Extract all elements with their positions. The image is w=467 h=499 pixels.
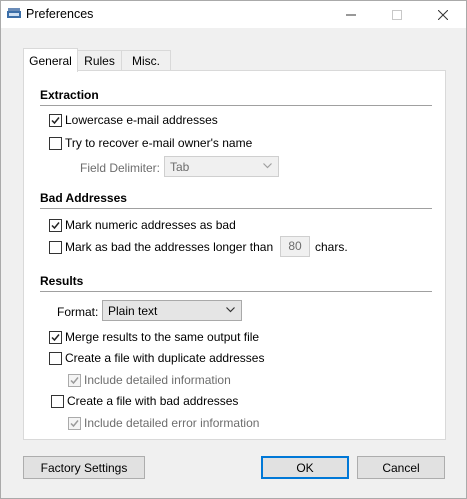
mark-longer-label[interactable]: Mark as bad the addresses longer than xyxy=(65,240,273,254)
lowercase-label[interactable]: Lowercase e-mail addresses xyxy=(65,113,218,127)
app-icon xyxy=(7,8,21,18)
maximize-icon xyxy=(392,9,402,20)
bad-file-detail-checkbox[interactable] xyxy=(68,417,81,430)
chars-label: chars. xyxy=(315,240,348,254)
field-delimiter-label: Field Delimiter: xyxy=(80,161,161,175)
max-length-input[interactable]: 80 xyxy=(280,236,310,257)
recover-name-label[interactable]: Try to recover e-mail owner's name xyxy=(65,136,252,150)
checkmark-icon xyxy=(70,377,79,385)
close-button[interactable] xyxy=(420,1,466,28)
bad-file-label[interactable]: Create a file with bad addresses xyxy=(67,394,238,408)
format-value: Plain text xyxy=(108,304,158,318)
merge-checkbox[interactable] xyxy=(49,331,62,344)
extraction-title: Extraction xyxy=(40,88,99,102)
mark-numeric-checkbox[interactable] xyxy=(49,219,62,232)
minimize-button[interactable] xyxy=(328,1,374,28)
tab-misc[interactable]: Misc. xyxy=(121,50,171,71)
recover-name-checkbox[interactable] xyxy=(49,137,62,150)
checkmark-icon xyxy=(51,222,60,230)
bad-file-detail-label[interactable]: Include detailed error information xyxy=(84,416,259,430)
maximize-button[interactable] xyxy=(374,1,420,28)
merge-label[interactable]: Merge results to the same output file xyxy=(65,330,259,344)
tab-general[interactable]: General xyxy=(23,48,78,72)
duplicates-label[interactable]: Create a file with duplicate addresses xyxy=(65,351,264,365)
format-label: Format: xyxy=(57,305,99,319)
lowercase-checkbox[interactable] xyxy=(49,114,62,127)
title-bar[interactable]: Preferences xyxy=(1,1,466,28)
checkmark-icon xyxy=(51,117,60,125)
chevron-down-icon xyxy=(263,163,272,169)
bad-file-checkbox[interactable] xyxy=(51,395,64,408)
results-title: Results xyxy=(40,274,84,288)
duplicates-detail-checkbox[interactable] xyxy=(68,374,81,387)
preferences-window: Preferences General Rules Misc. Extracti… xyxy=(0,0,467,499)
mark-numeric-label[interactable]: Mark numeric addresses as bad xyxy=(65,218,236,232)
duplicates-checkbox[interactable] xyxy=(49,352,62,365)
bad-addresses-title: Bad Addresses xyxy=(40,191,127,205)
factory-settings-button[interactable]: Factory Settings xyxy=(23,456,145,479)
duplicates-detail-label[interactable]: Include detailed information xyxy=(84,373,231,387)
checkmark-icon xyxy=(70,420,79,428)
format-select[interactable]: Plain text xyxy=(102,300,242,321)
general-panel: Extraction Lowercase e-mail addresses Tr… xyxy=(23,70,446,440)
minimize-icon xyxy=(346,14,356,15)
chevron-down-icon xyxy=(226,307,235,313)
tab-rules[interactable]: Rules xyxy=(76,50,123,71)
extraction-divider xyxy=(40,105,432,106)
field-delimiter-select[interactable]: Tab xyxy=(164,156,279,177)
mark-longer-checkbox[interactable] xyxy=(49,241,62,254)
field-delimiter-value: Tab xyxy=(170,160,190,174)
cancel-button[interactable]: Cancel xyxy=(357,456,445,479)
results-divider xyxy=(40,291,432,292)
window-title: Preferences xyxy=(26,7,94,21)
close-icon xyxy=(438,9,448,20)
checkmark-icon xyxy=(51,334,60,342)
bad-addresses-divider xyxy=(40,208,432,209)
ok-button[interactable]: OK xyxy=(261,456,349,479)
